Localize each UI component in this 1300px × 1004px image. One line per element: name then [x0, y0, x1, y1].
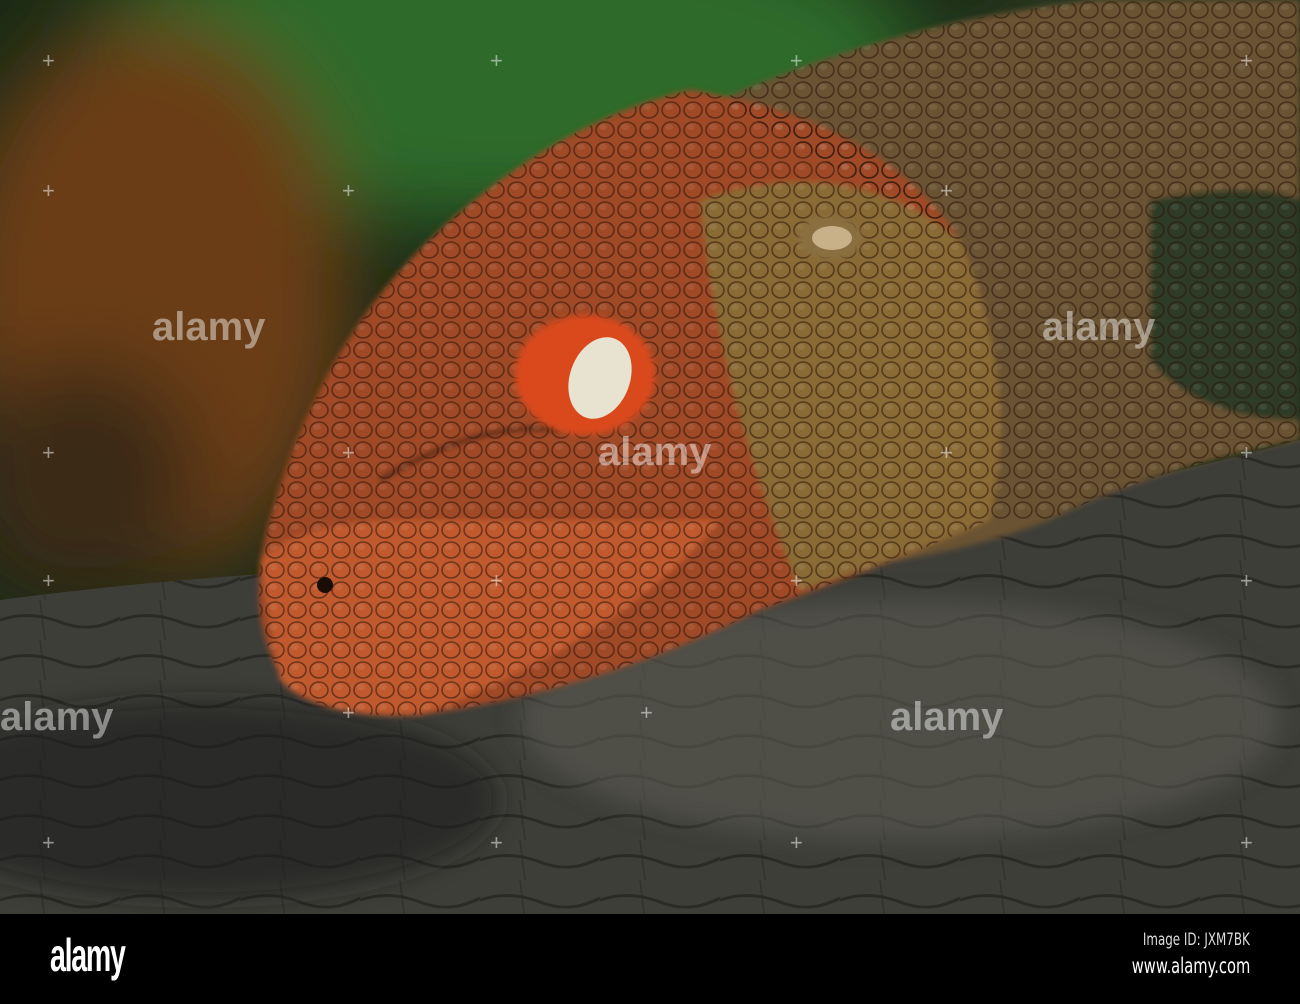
svg-text:+: +: [490, 830, 503, 855]
svg-text:+: +: [1240, 48, 1253, 73]
svg-text:+: +: [790, 568, 803, 593]
svg-text:+: +: [42, 440, 55, 465]
svg-text:+: +: [490, 48, 503, 73]
watermark: alamy: [1042, 305, 1156, 349]
watermark: alamy: [890, 695, 1004, 739]
watermark: alamy: [598, 430, 712, 474]
footer-bar: alamy Image ID: JXM7BK www.alamy.com: [0, 914, 1300, 1004]
svg-text:+: +: [42, 178, 55, 203]
svg-text:+: +: [42, 830, 55, 855]
svg-text:+: +: [790, 830, 803, 855]
svg-text:+: +: [1240, 440, 1253, 465]
stock-photo: alamy alamy alamy alamy alamy + + + + + + + +…: [0, 0, 1300, 1004]
svg-text:+: +: [790, 48, 803, 73]
site-url: www.alamy.com: [1131, 954, 1250, 978]
watermark: alamy: [0, 695, 114, 739]
svg-text:+: +: [342, 440, 355, 465]
svg-text:+: +: [640, 700, 653, 725]
lizard-photo: alamy alamy alamy alamy alamy + + + + + + + +…: [0, 0, 1300, 914]
svg-text:+: +: [42, 48, 55, 73]
svg-text:+: +: [342, 178, 355, 203]
svg-text:+: +: [940, 178, 953, 203]
image-id: Image ID: JXM7BK: [1143, 930, 1250, 950]
svg-text:+: +: [490, 568, 503, 593]
svg-text:+: +: [940, 440, 953, 465]
svg-text:+: +: [1240, 568, 1253, 593]
svg-text:+: +: [1240, 830, 1253, 855]
watermark: alamy: [152, 305, 266, 349]
alamy-logo: alamy: [50, 929, 126, 981]
svg-text:+: +: [342, 700, 355, 725]
svg-text:+: +: [42, 568, 55, 593]
